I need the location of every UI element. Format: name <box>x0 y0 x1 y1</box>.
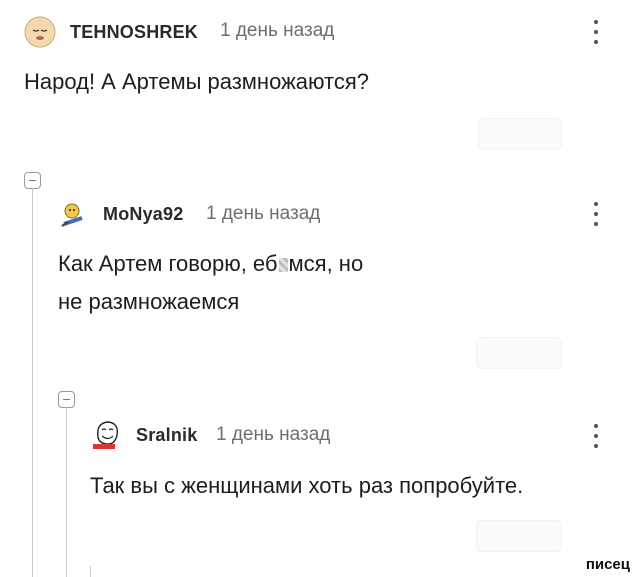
timestamp: 1 день назад <box>206 203 321 224</box>
comment-text-part: мся, но <box>288 251 364 276</box>
comment-text: Народ! А Артемы размножаются? <box>24 69 370 94</box>
watermark: писец <box>585 556 630 573</box>
thread-line <box>90 566 91 577</box>
comment-text-part: Как Артем говорю, еб <box>58 251 278 276</box>
username[interactable]: MoNya92 <box>103 204 183 225</box>
collapse-thread-button[interactable] <box>58 391 75 408</box>
user-avatar[interactable] <box>24 16 56 48</box>
collapse-thread-button[interactable] <box>24 172 41 189</box>
thread-line <box>32 188 33 577</box>
username[interactable]: Sralnik <box>136 425 197 446</box>
faded-action-bar <box>476 520 562 552</box>
faded-action-bar <box>478 118 562 150</box>
more-options-icon[interactable] <box>592 202 600 230</box>
more-options-icon[interactable] <box>592 20 600 48</box>
meme-face-icon <box>93 421 118 449</box>
more-options-icon[interactable] <box>592 424 600 452</box>
thread-line <box>66 407 67 577</box>
faded-action-bar <box>476 337 562 369</box>
username[interactable]: TEHNOSHREK <box>70 22 198 43</box>
comment-text-line: не размножаемся <box>58 289 240 314</box>
timestamp: 1 день назад <box>216 424 331 445</box>
user-avatar[interactable] <box>56 198 90 232</box>
user-avatar[interactable] <box>90 417 124 451</box>
timestamp: 1 день назад <box>220 20 335 41</box>
sleeping-face-icon <box>24 16 56 48</box>
censored-letter <box>278 258 288 272</box>
cartoon-character-icon <box>61 203 83 227</box>
comment-text: Как Артем говорю, еб мся, но не размножае… <box>58 245 363 321</box>
comment-text: Так вы с женщинами хоть раз попробуйте. <box>90 473 524 498</box>
